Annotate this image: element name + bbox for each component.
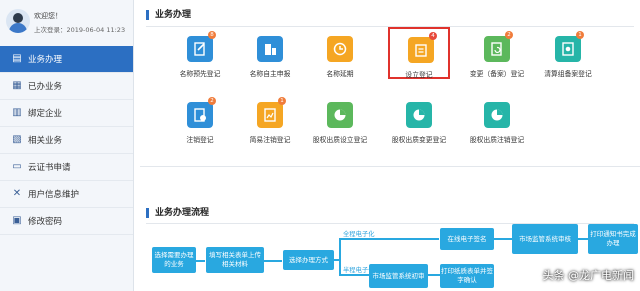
- tile-name-pre-register[interactable]: 8 名称预先登记: [165, 26, 235, 86]
- tile-label: 名称自主申报: [249, 70, 291, 78]
- sidebar-item-label: 已办业务: [28, 82, 63, 92]
- flow-step-first-review: 市场监管系统初审: [369, 264, 428, 288]
- tile-label: 名称预先登记: [179, 70, 221, 78]
- sidebar-item-label: 用户信息维护: [28, 190, 80, 200]
- tile-name-self-declare[interactable]: 名称自主申报: [235, 26, 305, 86]
- tools-icon: ✕: [12, 188, 22, 199]
- tile-name-extension[interactable]: 名称延期: [305, 26, 375, 86]
- cancel-document-icon: [187, 102, 213, 128]
- tile-equity-pledge-establish[interactable]: 股权出质设立登记: [305, 92, 375, 152]
- user-panel: 欢迎您！ 上次登录：2019-06-04 11:23: [0, 0, 133, 42]
- sidebar-item-label: 相关业务: [28, 136, 63, 146]
- tile-label: 设立登记: [405, 71, 433, 79]
- branch-full-label: 全程电子化: [343, 231, 375, 238]
- tile-badge: 1: [278, 97, 286, 105]
- divider: [140, 166, 640, 167]
- chart-document-icon: [257, 102, 283, 128]
- tile-label: 清算组备案登记: [544, 70, 592, 78]
- sidebar-item-cloud-cert[interactable]: ▭ 云证书申请: [0, 154, 133, 181]
- clock-icon: [327, 36, 353, 62]
- sidebar-item-completed[interactable]: ▦ 已办业务: [0, 73, 133, 100]
- certificate-icon: [555, 36, 581, 62]
- refresh-document-icon: [484, 36, 510, 62]
- flow-connector: [195, 260, 205, 262]
- flow-connector: [494, 238, 512, 240]
- tile-badge: 2: [208, 97, 216, 105]
- avatar: [6, 9, 30, 33]
- flow-step-print-sign: 打印纸质表单并签字确认: [440, 264, 494, 288]
- tile-label: 名称延期: [326, 70, 354, 78]
- tile-deregister[interactable]: 2 注销登记: [165, 92, 235, 152]
- tile-equity-pledge-cancel[interactable]: 股权出质注销登记: [462, 92, 532, 152]
- flow-step-review: 市场监管系统审核: [512, 224, 578, 254]
- flow-step-fill: 填写相关表单上传相关材料: [206, 247, 264, 273]
- sidebar: 欢迎您！ 上次登录：2019-06-04 11:23 ▤ 业务办理 ▦ 已办业务…: [0, 0, 134, 291]
- monitor-icon: ▭: [12, 161, 22, 172]
- flow-step-select: 选择需要办理的业务: [152, 247, 196, 273]
- clipboard-icon: [408, 37, 434, 63]
- flow-step-sign: 在线电子签名: [440, 228, 494, 250]
- sidebar-item-bind-company[interactable]: ▥ 绑定企业: [0, 100, 133, 127]
- sidebar-nav: ▤ 业务办理 ▦ 已办业务 ▥ 绑定企业 ▧ 相关业务 ▭ 云证书申请 ✕ 用户…: [0, 46, 133, 235]
- tile-badge: 8: [208, 31, 216, 39]
- tile-simple-deregister[interactable]: 1 简易注销登记: [235, 92, 305, 152]
- document-stack-icon: ▤: [12, 53, 22, 64]
- tile-label: 注销登记: [186, 136, 214, 144]
- lock-icon: ▣: [12, 215, 22, 226]
- flow-connector: [339, 238, 439, 240]
- flow-connector: [339, 238, 341, 275]
- flow-connector: [339, 274, 369, 276]
- last-login-text: 上次登录：2019-06-04 11:23: [34, 26, 126, 34]
- tile-label: 股权出质变更登记: [391, 136, 447, 144]
- tile-label: 简易注销登记: [249, 136, 291, 144]
- welcome-text: 欢迎您！: [34, 12, 62, 20]
- tile-badge: 4: [429, 32, 437, 40]
- sidebar-item-password[interactable]: ▣ 修改密码: [0, 208, 133, 235]
- building-grid-icon: [257, 36, 283, 62]
- sidebar-item-label: 绑定企业: [28, 109, 63, 119]
- pie-chart-icon: [327, 102, 353, 128]
- flow-step-method: 选择办理方式: [283, 250, 334, 270]
- sidebar-item-related[interactable]: ▧ 相关业务: [0, 127, 133, 154]
- document-icon: ▦: [12, 80, 22, 91]
- tile-badge: 1: [576, 31, 584, 39]
- document-edit-icon: [187, 36, 213, 62]
- main-content: 业务办理 8 名称预先登记 名称自主申报 名称延期 4 设立登记 2 变更（备案…: [140, 0, 640, 291]
- flow-connector: [578, 238, 588, 240]
- building-icon: ▥: [12, 107, 22, 118]
- tile-label: 股权出质注销登记: [469, 136, 525, 144]
- flow-connector: [264, 260, 282, 262]
- pie-refresh-icon: [406, 102, 432, 128]
- sidebar-item-user-info[interactable]: ✕ 用户信息维护: [0, 181, 133, 208]
- tile-label: 变更（备案）登记: [469, 70, 525, 78]
- sidebar-item-business[interactable]: ▤ 业务办理: [0, 46, 133, 73]
- tile-liquidation-register[interactable]: 1 清算组备案登记: [533, 26, 603, 86]
- flow-section-title: 业务办理流程: [146, 208, 209, 218]
- tile-establish-register[interactable]: 4 设立登记: [388, 27, 450, 79]
- tile-label: 股权出质设立登记: [312, 136, 368, 144]
- business-section-title: 业务办理: [146, 10, 191, 20]
- pie-cancel-icon: [484, 102, 510, 128]
- sidebar-item-label: 业务办理: [28, 55, 63, 65]
- tile-badge: 2: [505, 31, 513, 39]
- flow-step-notice: 打印通知书完成办理: [588, 224, 638, 254]
- tile-equity-pledge-change[interactable]: 股权出质变更登记: [384, 92, 454, 152]
- sidebar-item-label: 云证书申请: [28, 163, 71, 173]
- tile-change-register[interactable]: 2 变更（备案）登记: [462, 26, 532, 86]
- files-icon: ▧: [12, 134, 22, 145]
- watermark: 头条 @龙广电新闻: [542, 269, 635, 282]
- sidebar-item-label: 修改密码: [28, 217, 63, 227]
- flow-connector: [428, 274, 440, 276]
